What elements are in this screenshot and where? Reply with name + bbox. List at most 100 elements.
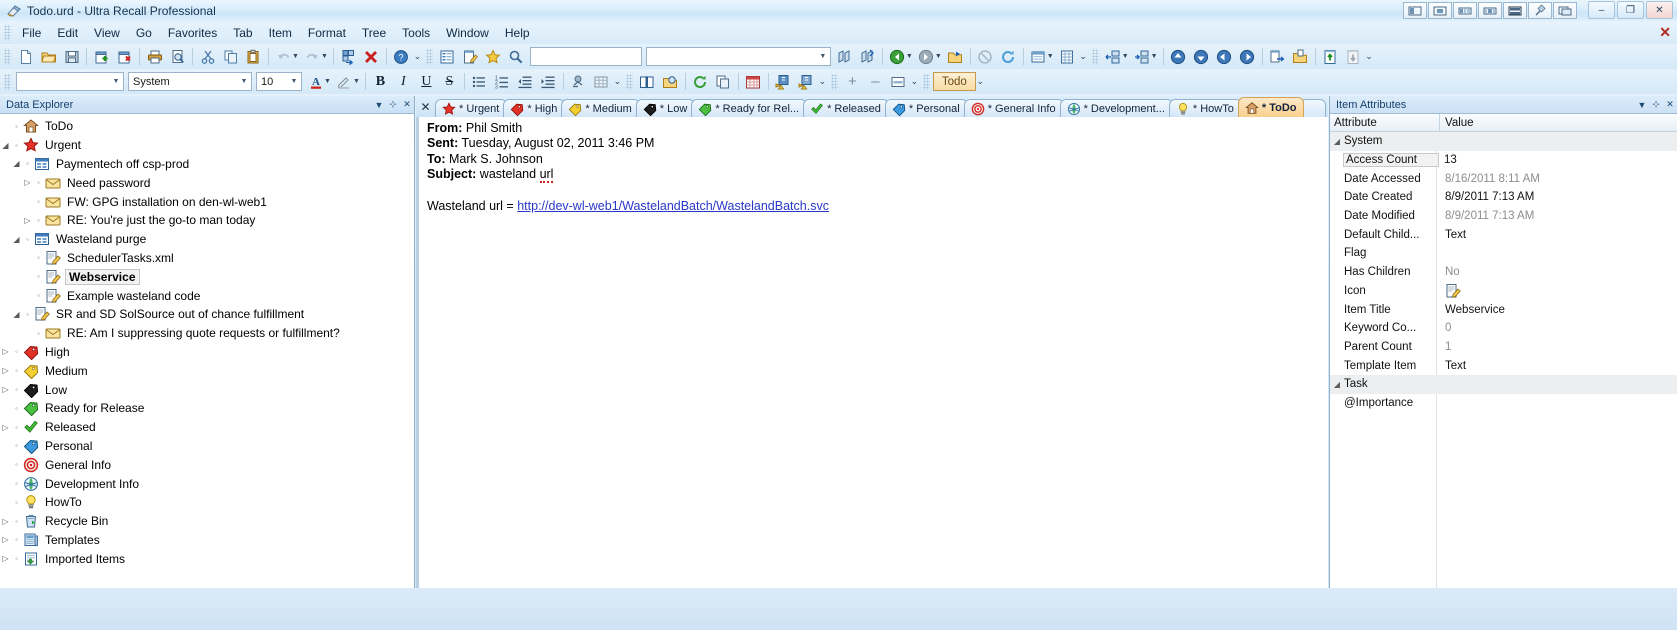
tree-item[interactable]: ▷ ◦ Imported Items [0,549,414,568]
move-up-icon[interactable] [1168,46,1189,67]
format-overflow-3[interactable]: ⌄ [910,76,919,87]
attribute-row[interactable]: Has Children No [1330,263,1677,282]
attribute-row[interactable]: Keyword Co... 0 [1330,319,1677,338]
attribute-group-expander[interactable]: ◢ [1330,380,1344,389]
document-tab[interactable]: * Released [803,99,889,117]
tree-expander-collapsed[interactable]: ▷ [0,550,11,568]
tree-item[interactable]: ◦ Development Info [0,474,414,493]
numbered-list-icon[interactable]: 123 [492,71,513,92]
export-icon[interactable] [1267,46,1288,67]
attribute-group-row[interactable]: ◢ Task [1330,374,1677,394]
import-icon[interactable] [1290,46,1311,67]
tree-expander-expanded[interactable]: ◢ [11,230,22,248]
promote-icon[interactable] [1320,46,1341,67]
italic-icon[interactable]: I [393,71,414,92]
attribute-row[interactable]: Flag [1330,244,1677,263]
delete-item-icon[interactable] [114,46,135,67]
search-input[interactable] [529,47,642,66]
menu-item-view[interactable]: View [86,23,128,43]
format-gripper-4[interactable] [922,73,930,90]
pin-icon[interactable] [1528,2,1552,19]
tree-item[interactable]: ◦ Ready for Release [0,399,414,418]
cancel-icon[interactable] [975,46,996,67]
new-tab-button[interactable] [1300,99,1327,117]
attributes-list[interactable]: ◢ System Access Count 13 Date Accessed 8/16/2… [1330,132,1677,588]
outdent-item-icon[interactable] [1132,46,1153,67]
search-magnifier-icon[interactable] [506,46,527,67]
menu-item-format[interactable]: Format [300,23,354,43]
document-tab[interactable]: * Development... [1059,99,1173,117]
close-document-button[interactable]: ✕ [1659,25,1671,39]
tree-item[interactable]: ▷ ◦ Templates [0,531,414,550]
attribute-row[interactable]: @Importance [1330,394,1677,413]
menu-item-file[interactable]: File [14,23,49,43]
highlight-icon[interactable] [334,71,355,92]
minimize-button[interactable]: – [1588,1,1615,19]
pane-layout-icon[interactable] [1028,46,1049,67]
back-green-icon[interactable] [887,46,908,67]
format-overflow-4[interactable]: ⌄ [976,76,985,87]
tree-expander-expanded[interactable]: ◢ [11,305,22,323]
layout-2-icon[interactable] [1428,2,1452,19]
folder-search-icon[interactable] [660,71,681,92]
close-button[interactable]: ✕ [1646,1,1673,19]
tree-item[interactable]: ◦ SchedulerTasks.xml [0,249,414,268]
layout-5-icon[interactable] [1503,2,1527,19]
favorites-star-icon[interactable] [483,46,504,67]
insert-link-icon[interactable] [568,71,589,92]
find-next-icon[interactable] [857,46,878,67]
duplicate-icon[interactable] [713,71,734,92]
insert-table-icon[interactable] [591,71,612,92]
paste-icon[interactable] [243,46,264,67]
chevron-down-icon[interactable]: ▼ [816,53,830,60]
help-icon[interactable]: ? [391,46,412,67]
open-folder-icon[interactable] [38,46,59,67]
refresh-icon[interactable] [998,46,1019,67]
tree-expander-collapsed[interactable]: ▷ [0,343,11,361]
tree-expander-collapsed[interactable]: ▷ [0,362,11,380]
print-preview-icon[interactable] [167,46,188,67]
move-right-icon[interactable] [1237,46,1258,67]
save-icon[interactable] [61,46,82,67]
attribute-row[interactable]: Item Title Webservice [1330,300,1677,319]
menu-gripper[interactable] [4,25,11,41]
find-icon[interactable] [834,46,855,67]
bullet-list-icon[interactable] [469,71,490,92]
tree-item[interactable]: ◢ ◦ Wasteland purge [0,230,414,249]
toolbar-overflow-1[interactable]: ⌄ [413,51,422,62]
layout-3-icon[interactable] [1453,2,1477,19]
format-overflow-2[interactable]: ⌄ [818,76,827,87]
tree-item[interactable]: ◦ HowTo [0,493,414,512]
chevron-down-icon[interactable]: ▼ [372,100,386,110]
forward-gray-icon[interactable] [916,46,937,67]
insert-child-icon[interactable] [338,46,359,67]
menu-item-favorites[interactable]: Favorites [160,23,225,43]
format-gripper-3[interactable] [830,73,838,90]
collapse-all-icon[interactable]: – [865,71,886,92]
attribute-column-header[interactable]: Attribute [1330,114,1440,131]
close-icon[interactable]: ✕ [1663,99,1677,110]
menu-item-tree[interactable]: Tree [354,23,394,43]
move-left-icon[interactable] [1214,46,1235,67]
document-tab[interactable]: * Low [635,99,696,117]
tree-expander-collapsed[interactable]: ▷ [22,174,33,192]
data-explorer-tree[interactable]: ◦ ToDo ◢ ◦ Urgent ◢ ◦ Paymentech off csp-prod ▷ ◦… [0,114,414,588]
document-tab[interactable]: * General Info [963,99,1064,117]
attribute-row[interactable]: Template Item Text [1330,356,1677,375]
new-document-icon[interactable] [15,46,36,67]
increase-indent-icon[interactable] [538,71,559,92]
menu-item-window[interactable]: Window [438,23,497,43]
move-down-icon[interactable] [1191,46,1212,67]
underline-icon[interactable]: U [416,71,437,92]
document-content[interactable]: From: Phil Smith Sent: Tuesday, August 0… [416,117,1328,588]
document-tab[interactable]: * ToDo [1237,97,1305,117]
outline-icon[interactable] [437,46,458,67]
copy-icon[interactable] [220,46,241,67]
todo-tab-badge[interactable]: Todo [932,72,976,91]
indent-item-icon[interactable] [1103,46,1124,67]
menu-item-tab[interactable]: Tab [225,23,260,43]
tree-expander-expanded[interactable]: ◢ [11,155,22,173]
document-tab[interactable]: * Ready for Rel... [691,99,808,117]
tree-item[interactable]: ◦ Personal [0,437,414,456]
tree-expander-collapsed[interactable]: ▷ [22,211,33,229]
